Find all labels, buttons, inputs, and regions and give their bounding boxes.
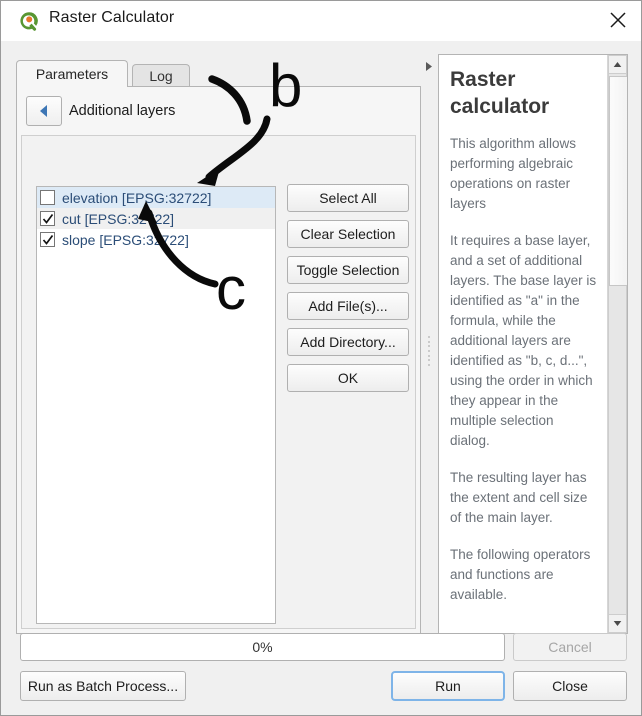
raster-calculator-dialog: Raster Calculator Parameters Log Additio… — [0, 0, 642, 716]
panel-inner-frame: elevation [EPSG:32722] cut [EPSG:32722] — [21, 135, 416, 629]
list-item-slope[interactable]: slope [EPSG:32722] — [37, 229, 275, 250]
panel-splitter-handle[interactable] — [425, 336, 432, 366]
panel-heading: Additional layers — [69, 103, 176, 119]
progress-label: 0% — [252, 639, 273, 655]
help-title: Raster calculator — [450, 68, 550, 118]
ok-button[interactable]: OK — [287, 364, 409, 392]
annotation-spacer — [197, 61, 267, 123]
dialog-body: Parameters Log Additional layers elevati… — [1, 41, 641, 715]
annotation-letter-c: c — [216, 255, 246, 322]
back-arrow-icon[interactable] — [26, 96, 62, 126]
collapse-right-arrow-icon[interactable] — [422, 59, 436, 73]
layer-list[interactable]: elevation [EPSG:32722] cut [EPSG:32722] — [36, 186, 276, 624]
close-icon[interactable] — [595, 1, 641, 39]
scrollbar-thumb[interactable] — [609, 76, 627, 286]
run-button[interactable]: Run — [391, 671, 505, 701]
title-bar: Raster Calculator — [1, 1, 641, 41]
checkbox-slope[interactable] — [40, 232, 55, 247]
scroll-up-arrow-icon[interactable] — [608, 55, 627, 74]
run-as-batch-process-button[interactable]: Run as Batch Process... — [20, 671, 186, 701]
parameters-panel: Additional layers elevation [EPSG:32722] — [16, 86, 421, 634]
scrollbar-track[interactable] — [608, 74, 627, 614]
list-action-buttons: Select All Clear Selection Toggle Select… — [287, 184, 409, 400]
help-paragraph: The resulting layer has the extent and c… — [450, 470, 588, 525]
clear-selection-button[interactable]: Clear Selection — [287, 220, 409, 248]
toggle-selection-button[interactable]: Toggle Selection — [287, 256, 409, 284]
help-panel: Raster calculator This algorithm allows … — [438, 54, 628, 634]
help-paragraph: It requires a base layer, and a set of a… — [450, 233, 597, 448]
checkbox-elevation[interactable] — [40, 190, 55, 205]
checkbox-cut[interactable] — [40, 211, 55, 226]
list-item-label: elevation [EPSG:32722] — [62, 189, 212, 206]
list-item-elevation[interactable]: elevation [EPSG:32722] — [37, 187, 275, 208]
window-title: Raster Calculator — [49, 9, 175, 26]
add-directory-button[interactable]: Add Directory... — [287, 328, 409, 356]
qgis-logo-icon — [18, 10, 40, 32]
help-content: Raster calculator This algorithm allows … — [439, 55, 607, 633]
list-item-label: cut [EPSG:32722] — [62, 210, 175, 227]
add-files-button[interactable]: Add File(s)... — [287, 292, 409, 320]
help-scrollbar[interactable] — [607, 55, 627, 633]
help-paragraph: This algorithm allows performing algebra… — [450, 136, 577, 211]
annotation-letter-b: b — [269, 52, 303, 119]
tab-parameters-label: Parameters — [35, 66, 109, 82]
list-item-cut[interactable]: cut [EPSG:32722] — [37, 208, 275, 229]
list-item-label: slope [EPSG:32722] — [62, 231, 189, 248]
select-all-button[interactable]: Select All — [287, 184, 409, 212]
scroll-down-arrow-icon[interactable] — [608, 614, 627, 633]
tab-parameters[interactable]: Parameters — [16, 60, 128, 87]
cancel-button: Cancel — [513, 633, 627, 661]
close-button[interactable]: Close — [513, 671, 627, 701]
tab-log[interactable]: Log — [132, 64, 190, 87]
help-paragraph: The following operators and functions ar… — [450, 547, 591, 602]
progress-bar: 0% — [20, 633, 505, 661]
tab-log-label: Log — [149, 68, 173, 84]
